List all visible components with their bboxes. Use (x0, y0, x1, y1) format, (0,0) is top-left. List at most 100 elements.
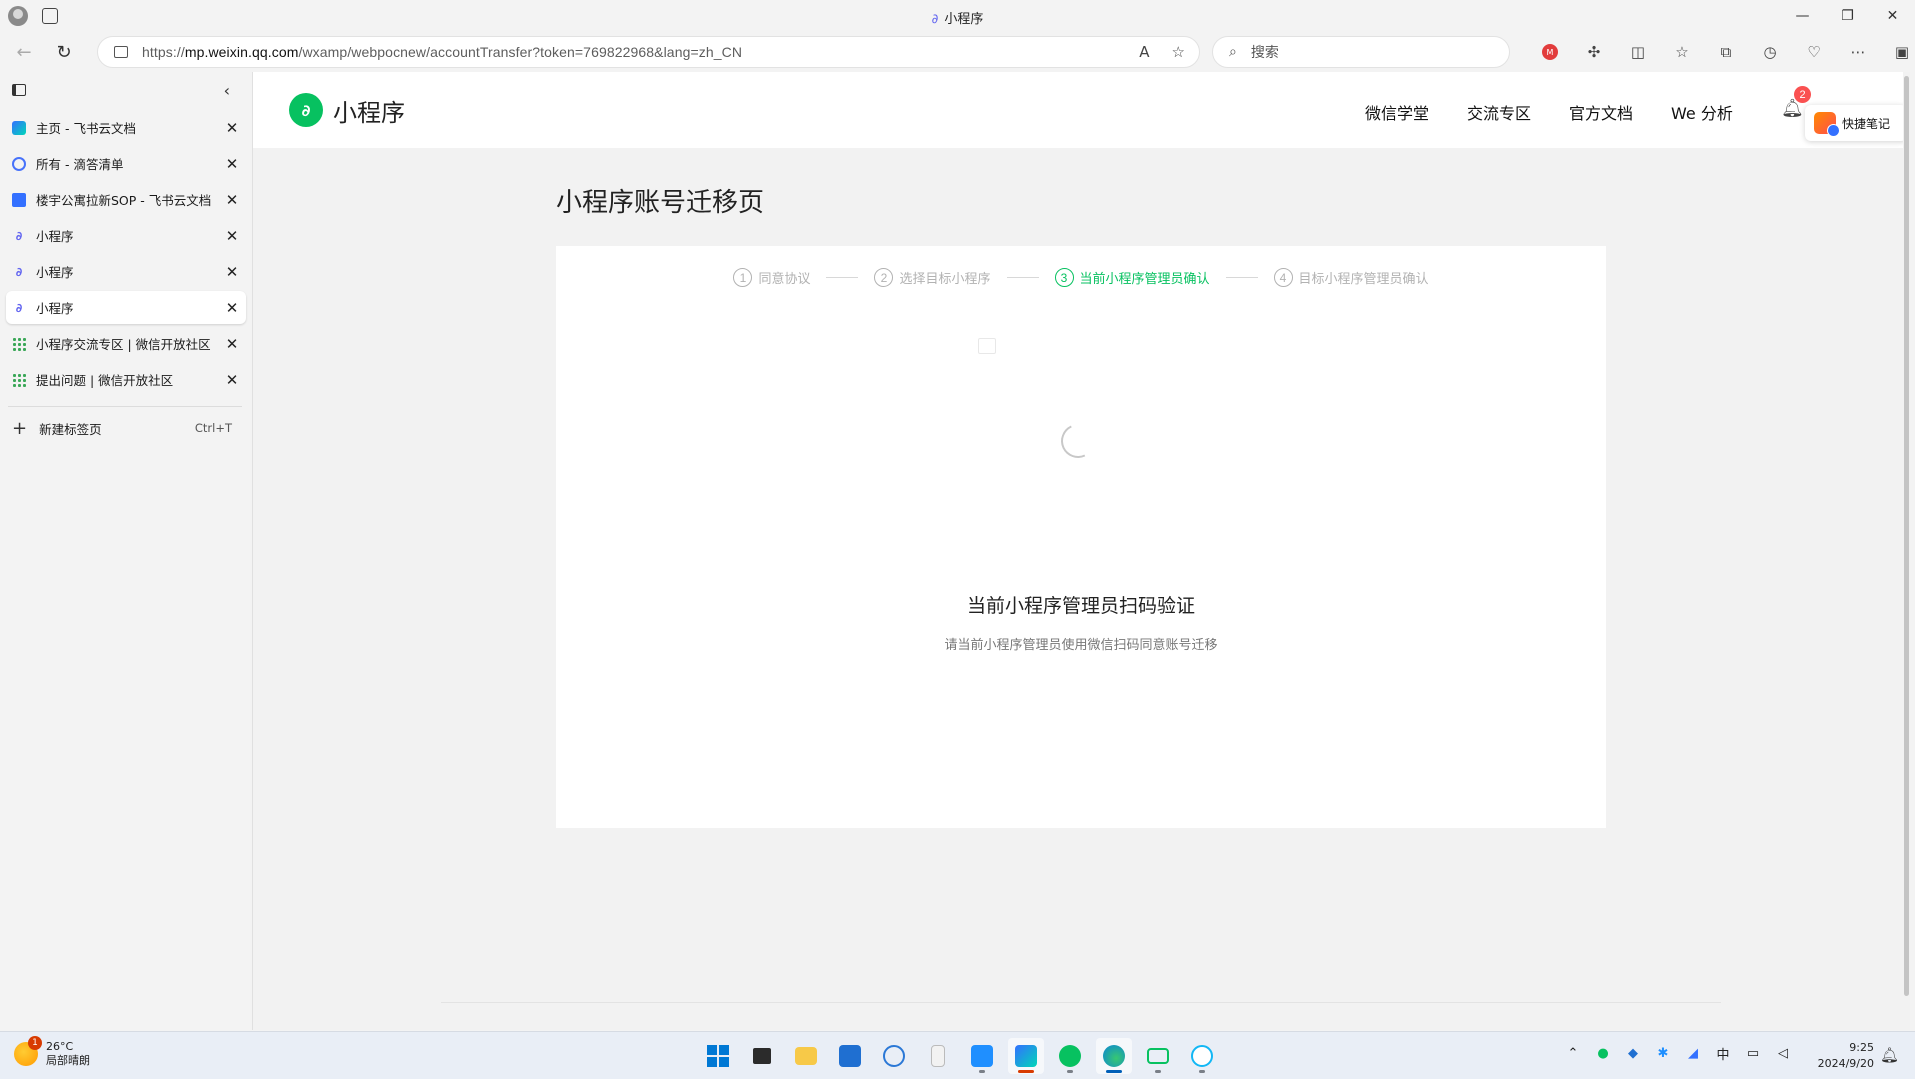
search-icon: ⌕ (1229, 44, 1237, 60)
tab-ask-question[interactable]: 提出问题 | 微信开放社区 ✕ (6, 363, 246, 396)
step-number: 2 (874, 268, 894, 287)
history-icon[interactable]: ◷ (1748, 36, 1792, 68)
tab-label: 所有 - 滴答清单 (36, 157, 124, 172)
close-tab-icon[interactable]: ✕ (220, 116, 244, 140)
sidebar-toggle-icon[interactable]: ▣ (1880, 36, 1915, 68)
taskbar: 1 26°C 局部晴朗 ⌃ ● ◆ ✱ ◢ 中 ▭ ◁ 9:25 2024/9/… (0, 1031, 1915, 1079)
back-arrow-icon[interactable]: ← (8, 36, 40, 68)
taskbar-app-notepad[interactable] (920, 1038, 956, 1074)
nav-wechat-academy[interactable]: 微信学堂 (1365, 100, 1429, 124)
taskbar-app-explorer[interactable] (788, 1038, 824, 1074)
tray-app-icon[interactable]: ◆ (1624, 1044, 1642, 1062)
close-tab-icon[interactable]: ✕ (220, 224, 244, 248)
collapse-panel-icon[interactable]: ‹ (224, 81, 230, 100)
close-window-button[interactable]: ✕ (1870, 0, 1915, 32)
scrollbar-thumb[interactable] (1904, 76, 1909, 996)
tab-label: 小程序 (36, 229, 74, 244)
tab-label: 楼宇公寓拉新SOP - 飞书云文档 (36, 193, 212, 208)
favorite-star-icon[interactable]: ☆ (1172, 43, 1185, 61)
browser-essentials-icon[interactable]: ♡ (1792, 36, 1836, 68)
more-menu-icon[interactable]: ⋯ (1836, 36, 1880, 68)
loading-spinner-icon (1056, 419, 1100, 463)
quick-note-button[interactable]: 快捷笔记 (1805, 105, 1907, 141)
collections-icon[interactable]: ⧉ (1704, 36, 1748, 68)
tray-feishu-icon[interactable]: ◢ (1684, 1044, 1702, 1062)
close-tab-icon[interactable]: ✕ (220, 296, 244, 320)
wechat-community-icon (12, 372, 26, 387)
workspaces-icon[interactable] (42, 8, 58, 24)
new-tab-button[interactable]: + 新建标签页 Ctrl+T (0, 413, 252, 443)
tab-feishu-home[interactable]: 主页 - 飞书云文档 ✕ (6, 111, 246, 144)
clock[interactable]: 9:25 2024/9/20 (1810, 1040, 1874, 1072)
minimize-button[interactable]: — (1780, 0, 1825, 32)
tab-ticktick[interactable]: 所有 - 滴答清单 ✕ (6, 147, 246, 180)
mp-nav: 微信学堂 交流专区 官方文档 We 分析 (1365, 100, 1771, 124)
read-aloud-icon[interactable]: A (1139, 43, 1149, 61)
miniprogram-logo-icon[interactable]: ∂ (289, 93, 323, 127)
taskbar-app-qq[interactable] (1184, 1038, 1220, 1074)
file-explorer-icon (795, 1047, 817, 1065)
restore-button[interactable]: ❐ (1825, 0, 1870, 32)
lock-icon[interactable] (114, 46, 128, 58)
clock-date: 2024/9/20 (1817, 1057, 1874, 1070)
tab-label: 主页 - 飞书云文档 (36, 121, 136, 136)
address-bar[interactable]: https://mp.weixin.qq.com/wxamp/webpocnew… (97, 36, 1200, 68)
mp-brand[interactable]: 小程序 (333, 93, 405, 128)
taskbar-app-store[interactable] (832, 1038, 868, 1074)
profile-avatar[interactable] (8, 6, 28, 26)
step-connector (1006, 277, 1039, 278)
extensions-puzzle-icon[interactable]: ✣ (1572, 36, 1616, 68)
close-tab-icon[interactable]: ✕ (220, 188, 244, 212)
step-number: 3 (1054, 268, 1074, 287)
ime-indicator[interactable]: 中 (1714, 1044, 1732, 1063)
url-text[interactable]: https://mp.weixin.qq.com/wxamp/webpocnew… (142, 44, 742, 60)
step-connector (826, 277, 859, 278)
close-tab-icon[interactable]: ✕ (220, 152, 244, 176)
favorites-icon[interactable]: ☆ (1660, 36, 1704, 68)
close-tab-icon[interactable]: ✕ (220, 332, 244, 356)
nav-official-docs[interactable]: 官方文档 (1569, 100, 1633, 124)
taskbar-app-devtools[interactable] (1140, 1038, 1176, 1074)
tab-miniprogram-active[interactable]: ∂ 小程序 ✕ (6, 291, 246, 324)
notification-bell-icon[interactable]: 🔔︎ (1880, 1046, 1899, 1064)
nav-community[interactable]: 交流专区 (1467, 100, 1531, 124)
tray-tool-icon[interactable]: ✱ (1654, 1044, 1672, 1062)
wechat-tray-icon[interactable]: ● (1594, 1044, 1612, 1062)
tab-miniprogram-1[interactable]: ∂ 小程序 ✕ (6, 219, 246, 252)
taskbar-app-chat[interactable] (876, 1038, 912, 1074)
close-tab-icon[interactable]: ✕ (220, 260, 244, 284)
nav-we-analytics[interactable]: We 分析 (1671, 100, 1733, 124)
ticktick-icon (12, 156, 26, 171)
start-button[interactable] (700, 1038, 736, 1074)
extension-red-icon[interactable]: M (1542, 44, 1558, 60)
miniprogram-icon: ∂ (15, 300, 23, 315)
step-number: 4 (1273, 268, 1293, 287)
step-label: 当前小程序管理员确认 (1079, 272, 1210, 287)
refresh-icon[interactable]: ↻ (48, 36, 80, 68)
search-bar[interactable]: ⌕ 搜索 (1212, 36, 1510, 68)
wechat-icon (1059, 1045, 1081, 1067)
transfer-card: 1 同意协议 2 选择目标小程序 3 当前小程序管理员确认 4 目标小程序管理员… (556, 246, 1606, 828)
taskbar-app-wechat[interactable] (1052, 1038, 1088, 1074)
volume-icon[interactable]: ◁ (1774, 1044, 1792, 1062)
tab-actions-icon[interactable] (12, 84, 26, 96)
step-number: 1 (733, 268, 753, 287)
quick-note-icon (1814, 112, 1840, 137)
notification-badge: 2 (1794, 86, 1811, 103)
footer-divider (441, 1002, 1721, 1003)
network-icon[interactable]: ▭ (1744, 1044, 1762, 1062)
split-screen-icon[interactable]: ◫ (1616, 36, 1660, 68)
close-tab-icon[interactable]: ✕ (220, 368, 244, 392)
tab-wechat-community[interactable]: 小程序交流专区 | 微信开放社区 ✕ (6, 327, 246, 360)
weather-widget[interactable]: 1 26°C 局部晴朗 (14, 1036, 90, 1068)
taskbar-app-edge[interactable] (1096, 1038, 1132, 1074)
tab-feishu-doc[interactable]: 楼宇公寓拉新SOP - 飞书云文档 ✕ (6, 183, 246, 216)
taskbar-app-taskview[interactable] (744, 1038, 780, 1074)
chevron-up-icon[interactable]: ⌃ (1564, 1044, 1582, 1062)
taskbar-app-feishu[interactable] (1008, 1038, 1044, 1074)
tab-miniprogram-2[interactable]: ∂ 小程序 ✕ (6, 255, 246, 288)
system-tray: ⌃ ● ◆ ✱ ◢ 中 ▭ ◁ (1564, 1044, 1792, 1063)
feishu-icon (12, 120, 26, 135)
tab-label: 提出问题 | 微信开放社区 (36, 373, 174, 388)
taskbar-app-tool[interactable] (964, 1038, 1000, 1074)
